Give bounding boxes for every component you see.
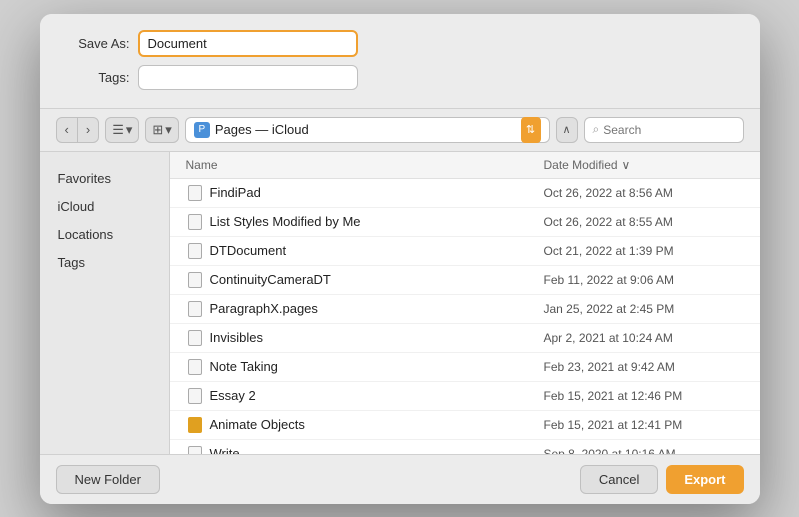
- table-row[interactable]: ParagraphX.pages Jan 25, 2022 at 2:45 PM: [170, 295, 760, 324]
- file-name: List Styles Modified by Me: [210, 214, 544, 229]
- back-button[interactable]: ‹: [57, 118, 78, 142]
- save-as-input[interactable]: [138, 30, 358, 57]
- file-name: ParagraphX.pages: [210, 301, 544, 316]
- file-icon: [186, 242, 204, 260]
- tags-row: Tags:: [60, 65, 740, 90]
- sidebar-item-locations[interactable]: Locations: [44, 221, 165, 248]
- file-name: Animate Objects: [210, 417, 544, 432]
- file-name: Essay 2: [210, 388, 544, 403]
- bottom-right-buttons: Cancel Export: [580, 465, 744, 494]
- dialog-header: Save As: Tags:: [40, 14, 760, 109]
- file-icon: [186, 445, 204, 454]
- file-icon: [186, 329, 204, 347]
- col-name-header: Name: [186, 158, 544, 172]
- list-view-icon: ☰: [112, 122, 124, 138]
- table-row[interactable]: List Styles Modified by Me Oct 26, 2022 …: [170, 208, 760, 237]
- nav-buttons: ‹ ›: [56, 117, 100, 143]
- content-area: Favorites iCloud Locations Tags Name Dat…: [40, 152, 760, 454]
- file-name: Write: [210, 446, 544, 454]
- location-icon: P: [194, 122, 210, 138]
- expand-button[interactable]: ∧: [556, 117, 578, 143]
- file-icon: [186, 416, 204, 434]
- location-label: Pages — iCloud: [215, 122, 309, 137]
- tags-input[interactable]: [138, 65, 358, 90]
- search-input[interactable]: [603, 123, 734, 137]
- sidebar-item-favorites[interactable]: Favorites: [44, 165, 165, 192]
- table-row[interactable]: Write Sep 8, 2020 at 10:16 AM: [170, 440, 760, 454]
- location-selector[interactable]: P Pages — iCloud ⇅: [185, 117, 550, 143]
- file-date: Feb 11, 2022 at 9:06 AM: [544, 273, 744, 287]
- table-row[interactable]: FindiPad Oct 26, 2022 at 8:56 AM: [170, 179, 760, 208]
- file-list-header: Name Date Modified ∨: [170, 152, 760, 179]
- file-icon: [186, 271, 204, 289]
- list-view-button[interactable]: ☰ ▾: [105, 117, 139, 143]
- sidebar-item-tags[interactable]: Tags: [44, 249, 165, 276]
- file-name: FindiPad: [210, 185, 544, 200]
- file-icon: [186, 300, 204, 318]
- file-date: Oct 26, 2022 at 8:56 AM: [544, 186, 744, 200]
- location-chevron-button[interactable]: ⇅: [521, 117, 541, 143]
- save-as-label: Save As:: [60, 36, 130, 51]
- file-date: Apr 2, 2021 at 10:24 AM: [544, 331, 744, 345]
- file-icon: [186, 358, 204, 376]
- grid-view-button[interactable]: ⊞ ▾: [145, 117, 178, 143]
- dialog-footer: New Folder Cancel Export: [40, 454, 760, 504]
- cancel-button[interactable]: Cancel: [580, 465, 658, 494]
- file-name: DTDocument: [210, 243, 544, 258]
- file-date: Oct 21, 2022 at 1:39 PM: [544, 244, 744, 258]
- file-date: Jan 25, 2022 at 2:45 PM: [544, 302, 744, 316]
- expand-icon: ∧: [562, 123, 570, 136]
- list-view-dropdown-icon: ▾: [126, 122, 133, 138]
- tags-label: Tags:: [60, 70, 130, 85]
- export-button[interactable]: Export: [666, 465, 743, 494]
- search-box[interactable]: ⌕: [584, 117, 744, 143]
- sidebar-item-icloud[interactable]: iCloud: [44, 193, 165, 220]
- file-list: Name Date Modified ∨ FindiPad Oct 26, 20…: [170, 152, 760, 454]
- table-row[interactable]: Animate Objects Feb 15, 2021 at 12:41 PM: [170, 411, 760, 440]
- save-dialog: Save As: Tags: ‹ › ☰ ▾ ⊞ ▾ P Pages — iCl…: [40, 14, 760, 504]
- grid-view-icon: ⊞: [152, 122, 163, 138]
- file-name: Note Taking: [210, 359, 544, 374]
- file-date: Oct 26, 2022 at 8:55 AM: [544, 215, 744, 229]
- save-as-row: Save As:: [60, 30, 740, 57]
- file-icon: [186, 213, 204, 231]
- file-date: Feb 23, 2021 at 9:42 AM: [544, 360, 744, 374]
- file-date: Feb 15, 2021 at 12:46 PM: [544, 389, 744, 403]
- table-row[interactable]: Invisibles Apr 2, 2021 at 10:24 AM: [170, 324, 760, 353]
- col-date-header: Date Modified ∨: [544, 158, 744, 172]
- new-folder-button[interactable]: New Folder: [56, 465, 160, 494]
- grid-view-dropdown-icon: ▾: [165, 122, 172, 138]
- file-date: Sep 8, 2020 at 10:16 AM: [544, 447, 744, 454]
- file-date: Feb 15, 2021 at 12:41 PM: [544, 418, 744, 432]
- table-row[interactable]: Essay 2 Feb 15, 2021 at 12:46 PM: [170, 382, 760, 411]
- sidebar: Favorites iCloud Locations Tags: [40, 152, 170, 454]
- file-name: ContinuityCameraDT: [210, 272, 544, 287]
- table-row[interactable]: DTDocument Oct 21, 2022 at 1:39 PM: [170, 237, 760, 266]
- sort-icon: ∨: [622, 158, 631, 172]
- forward-button[interactable]: ›: [78, 118, 98, 142]
- table-row[interactable]: Note Taking Feb 23, 2021 at 9:42 AM: [170, 353, 760, 382]
- table-row[interactable]: ContinuityCameraDT Feb 11, 2022 at 9:06 …: [170, 266, 760, 295]
- file-icon: [186, 184, 204, 202]
- file-icon: [186, 387, 204, 405]
- search-icon: ⌕: [593, 122, 600, 137]
- toolbar: ‹ › ☰ ▾ ⊞ ▾ P Pages — iCloud ⇅ ∧ ⌕: [40, 109, 760, 152]
- file-name: Invisibles: [210, 330, 544, 345]
